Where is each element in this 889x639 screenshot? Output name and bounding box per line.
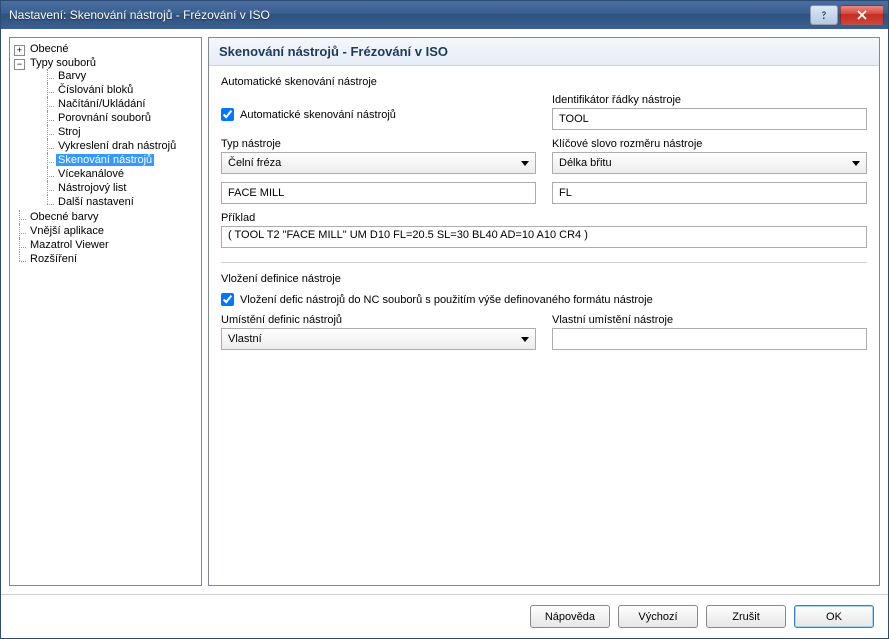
- tree-node-load-save[interactable]: Načítání/Ukládání: [42, 97, 199, 111]
- tree-node-mazatrol[interactable]: Mazatrol Viewer: [14, 238, 199, 252]
- tree-node-toollist[interactable]: Nástrojový list: [42, 181, 199, 195]
- cancel-button[interactable]: Zrušit: [706, 605, 786, 628]
- auto-scan-checkbox[interactable]: [221, 108, 234, 121]
- group-auto-scan: Automatické skenování nástroje: [221, 76, 867, 88]
- section-divider: [221, 262, 867, 263]
- tool-type-select[interactable]: Čelní fréza: [221, 152, 536, 174]
- tree-node-general-colors[interactable]: Obecné barvy: [14, 210, 199, 224]
- example-label: Příklad: [221, 212, 867, 224]
- tree-node-machine[interactable]: Stroj: [42, 125, 199, 139]
- close-icon: [856, 10, 868, 20]
- collapse-icon[interactable]: −: [14, 59, 25, 70]
- dimension-keyword-label: Klíčové slovo rozměru nástroje: [552, 138, 867, 150]
- defaults-button[interactable]: Výchozí: [618, 605, 698, 628]
- tree-node-general[interactable]: +Obecné: [14, 42, 199, 56]
- tree-node-tool-scan[interactable]: Skenování nástrojů: [42, 153, 199, 167]
- tree-node-file-types[interactable]: −Typy souborů Barvy Číslování bloků Načí…: [14, 56, 199, 210]
- def-location-label: Umístění definic nástrojů: [221, 314, 536, 326]
- titlebar[interactable]: Nastavení: Skenování nástrojů - Frézován…: [1, 1, 888, 29]
- settings-dialog: Nastavení: Skenování nástrojů - Frézován…: [0, 0, 889, 639]
- tree-node-external-apps[interactable]: Vnější aplikace: [14, 224, 199, 238]
- tree-node-block-numbers[interactable]: Číslování bloků: [42, 83, 199, 97]
- tree-node-multichannel[interactable]: Vícekanálové: [42, 167, 199, 181]
- def-location-select[interactable]: Vlastní: [221, 328, 536, 350]
- tree-node-colors[interactable]: Barvy: [42, 69, 199, 83]
- panel-heading: Skenování nástrojů - Frézování v ISO: [209, 38, 879, 66]
- dialog-footer: Nápověda Výchozí Zrušit OK: [1, 594, 888, 638]
- insert-def-checkbox[interactable]: [221, 293, 234, 306]
- dimension-keyword-value-input[interactable]: [552, 182, 867, 204]
- tool-type-label: Typ nástroje: [221, 138, 536, 150]
- insert-def-label: Vložení defic nástrojů do NC souborů s p…: [240, 294, 653, 306]
- tree-node-toolpath[interactable]: Vykreslení drah nástrojů: [42, 139, 199, 153]
- identifier-input[interactable]: [552, 108, 867, 130]
- help-button[interactable]: Nápověda: [530, 605, 610, 628]
- tree-node-extensions[interactable]: Rozšíření: [14, 252, 199, 266]
- settings-tree[interactable]: +Obecné −Typy souborů Barvy Číslování bl…: [9, 37, 202, 586]
- expand-icon[interactable]: +: [14, 45, 25, 56]
- close-button[interactable]: [840, 5, 884, 25]
- auto-scan-label: Automatické skenování nástrojů: [240, 109, 396, 121]
- custom-location-input[interactable]: [552, 328, 867, 350]
- identifier-label: Identifikátor řádky nástroje: [552, 94, 867, 106]
- example-output: ( TOOL T2 "FACE MILL" UM D10 FL=20.5 SL=…: [221, 226, 867, 248]
- tree-node-other-settings[interactable]: Další nastavení: [42, 195, 199, 209]
- tree-node-compare[interactable]: Porovnání souborů: [42, 111, 199, 125]
- window-title: Nastavení: Skenování nástrojů - Frézován…: [9, 8, 810, 22]
- dimension-keyword-select[interactable]: Délka břitu: [552, 152, 867, 174]
- help-button-titlebar[interactable]: [810, 5, 838, 25]
- custom-location-label: Vlastní umístění nástroje: [552, 314, 867, 326]
- question-icon: [819, 10, 829, 20]
- group-insert-def: Vložení definice nástroje: [221, 273, 867, 285]
- tool-type-value-input[interactable]: [221, 182, 536, 204]
- settings-panel: Skenování nástrojů - Frézování v ISO Aut…: [208, 37, 880, 586]
- ok-button[interactable]: OK: [794, 605, 874, 628]
